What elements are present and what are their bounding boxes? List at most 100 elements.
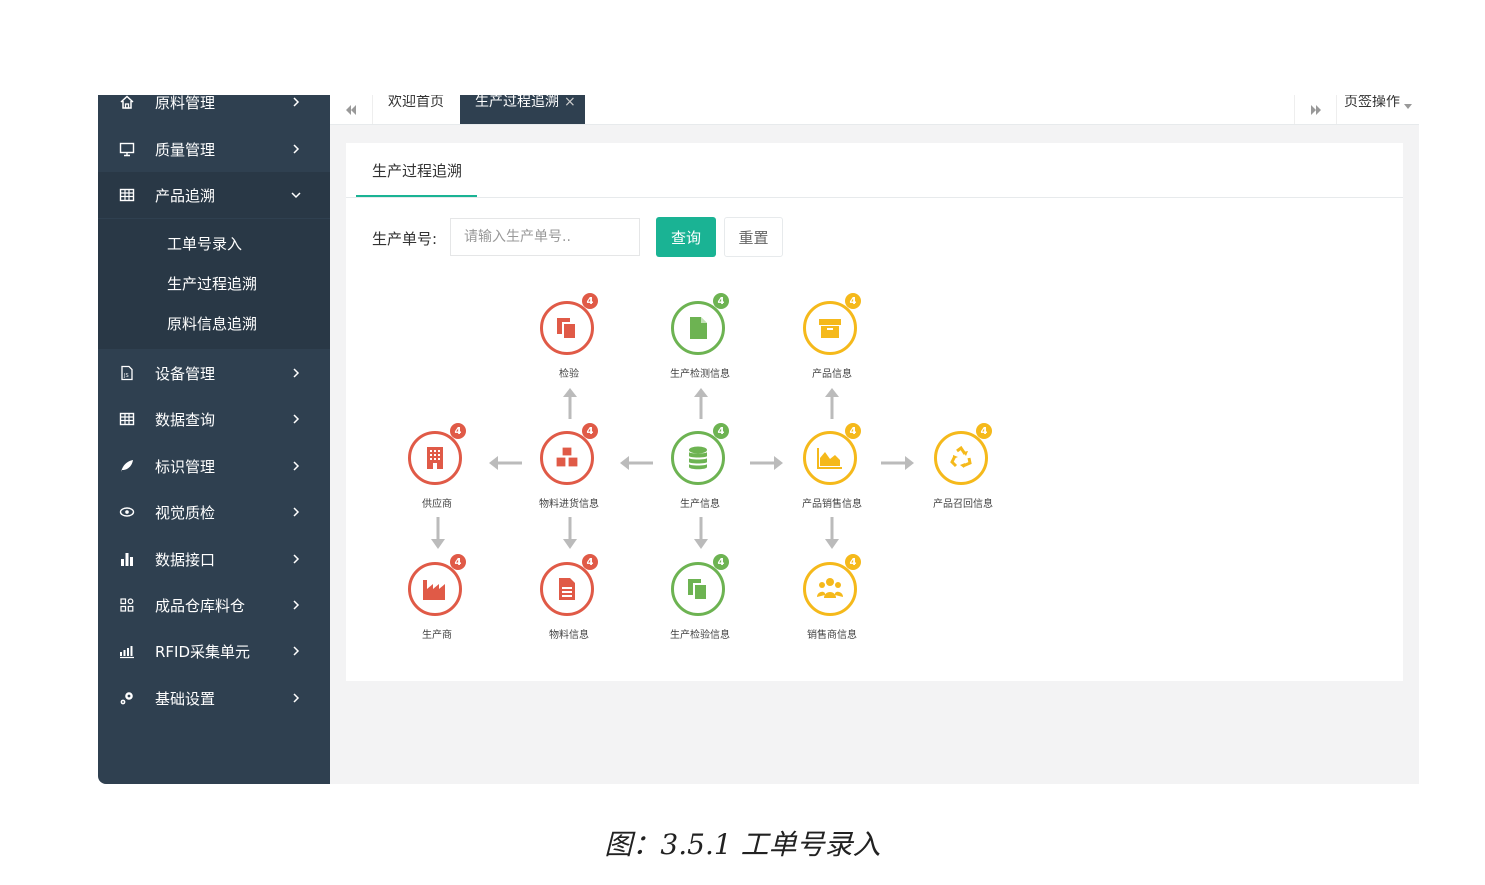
arrow-down-icon <box>694 517 708 549</box>
sidebar-item-label: 原料管理 <box>155 95 216 112</box>
home-icon <box>118 95 136 111</box>
area-chart-icon <box>817 448 842 469</box>
tab-scroll-left-button[interactable] <box>330 95 373 124</box>
chevron-right-icon <box>291 461 301 471</box>
sidebar: 原料管理 质量管理 产品追溯 工单号录入 生产过程追溯 原料信息追溯 JS 设备… <box>98 95 330 784</box>
node-product-recall[interactable]: 4 产品召回信息 <box>928 423 998 521</box>
arrow-left-icon <box>620 456 653 470</box>
tab-label: 生产过程追溯 <box>475 95 559 110</box>
file-icon <box>690 317 707 339</box>
archive-icon <box>819 319 841 338</box>
apps-icon <box>118 596 136 614</box>
sidebar-item-material-management[interactable]: 原料管理 <box>98 95 330 125</box>
chevron-right-icon <box>291 507 301 517</box>
node-icon-wrap <box>547 308 587 348</box>
main-content: 欢迎首页 生产过程追溯 × 页签操作 生产过程追溯 生产单号: 请输入生产单号.… <box>330 95 1419 784</box>
table-icon <box>118 186 136 204</box>
node-production-inspection[interactable]: 4 生产检验信息 <box>665 554 735 652</box>
sidebar-item-visual-inspection[interactable]: 视觉质检 <box>98 489 330 535</box>
chevron-right-icon <box>291 646 301 656</box>
node-ring <box>408 562 462 616</box>
tab-label: 欢迎首页 <box>388 95 444 110</box>
sidebar-item-label: 成品仓库料仓 <box>155 596 246 615</box>
tab-production-process-trace[interactable]: 生产过程追溯 × <box>460 95 585 124</box>
gears-icon <box>118 689 136 707</box>
sidebar-submenu: 工单号录入 生产过程追溯 原料信息追溯 <box>98 219 330 349</box>
copy-icon <box>688 579 708 601</box>
arrow-down-icon <box>825 517 839 549</box>
arrow-right-icon <box>881 456 914 470</box>
sidebar-item-equipment-management[interactable]: JS 设备管理 <box>98 350 330 396</box>
chevron-right-icon <box>291 693 301 703</box>
sidebar-item-data-query[interactable]: 数据查询 <box>98 396 330 442</box>
node-manufacturer[interactable]: 4 生产商 <box>402 554 472 652</box>
tab-welcome-home[interactable]: 欢迎首页 <box>388 95 444 124</box>
close-icon[interactable]: × <box>564 95 576 109</box>
js-file-icon: JS <box>118 364 136 382</box>
node-supplier[interactable]: 4 供应商 <box>402 423 472 521</box>
sidebar-item-label: 数据查询 <box>155 410 216 429</box>
sidebar-item-data-interface[interactable]: 数据接口 <box>98 536 330 582</box>
monitor-icon <box>118 140 136 158</box>
eye-icon <box>118 503 136 521</box>
leaf-icon <box>118 457 136 475</box>
sidebar-item-label: 标识管理 <box>155 457 216 476</box>
node-icon-wrap <box>547 438 587 478</box>
sidebar-item-basic-settings[interactable]: 基础设置 <box>98 675 330 721</box>
copy-icon <box>557 318 577 340</box>
node-icon-wrap <box>547 569 587 609</box>
table-icon <box>118 410 136 428</box>
node-icon-wrap <box>810 569 850 609</box>
node-label: 生产检测信息 <box>670 369 730 380</box>
arrow-down-icon <box>431 517 445 549</box>
sidebar-subitem-material-info-trace[interactable]: 原料信息追溯 <box>167 312 257 336</box>
building-icon <box>427 447 443 469</box>
chevron-right-icon <box>291 97 301 107</box>
node-production-test[interactable]: 4 生产检测信息 <box>665 293 735 391</box>
node-ring <box>803 562 857 616</box>
arrow-right-icon <box>750 456 783 470</box>
node-product-sales[interactable]: 4 产品销售信息 <box>797 423 867 521</box>
node-dealer-info[interactable]: 4 销售商信息 <box>797 554 867 652</box>
sidebar-item-rfid-unit[interactable]: RFID采集单元 <box>98 628 330 674</box>
node-label: 生产信息 <box>680 499 720 510</box>
node-production-info[interactable]: 4 生产信息 <box>665 423 735 521</box>
node-label: 产品召回信息 <box>933 499 993 510</box>
sidebar-subitem-work-order-entry[interactable]: 工单号录入 <box>167 232 242 256</box>
sidebar-item-product-traceability[interactable]: 产品追溯 <box>98 172 330 218</box>
arrow-up-icon <box>563 388 577 419</box>
node-ring <box>540 301 594 355</box>
node-badge: 4 <box>713 293 729 309</box>
node-badge: 4 <box>845 423 861 439</box>
node-badge: 4 <box>713 423 729 439</box>
sidebar-item-label-management[interactable]: 标识管理 <box>98 443 330 489</box>
chevron-right-icon <box>291 554 301 564</box>
chevron-right-icon <box>291 600 301 610</box>
sidebar-item-label: 数据接口 <box>155 550 216 569</box>
node-ring <box>408 431 462 485</box>
node-label: 供应商 <box>422 499 452 510</box>
tab-operations-dropdown[interactable]: 页签操作 <box>1344 95 1412 124</box>
node-inspection[interactable]: 4 检验 <box>534 293 604 391</box>
tab-scroll-right-button[interactable] <box>1294 95 1337 124</box>
document-icon <box>559 578 575 600</box>
node-badge: 4 <box>582 293 598 309</box>
sidebar-item-label: 设备管理 <box>155 364 216 383</box>
recycle-icon <box>950 445 972 468</box>
chevron-right-icon <box>291 368 301 378</box>
sidebar-item-quality-management[interactable]: 质量管理 <box>98 126 330 172</box>
tab-operations-label: 页签操作 <box>1344 95 1400 110</box>
node-badge: 4 <box>582 423 598 439</box>
node-ring <box>671 301 725 355</box>
node-label: 生产检验信息 <box>670 630 730 641</box>
node-material-purchase[interactable]: 4 物料进货信息 <box>534 423 604 521</box>
users-icon <box>817 578 843 598</box>
sidebar-item-finished-warehouse[interactable]: 成品仓库料仓 <box>98 582 330 628</box>
node-label: 物料进货信息 <box>539 499 599 510</box>
node-product-info[interactable]: 4 产品信息 <box>797 293 867 391</box>
sidebar-subitem-production-process-trace[interactable]: 生产过程追溯 <box>167 272 257 296</box>
node-material-info[interactable]: 4 物料信息 <box>534 554 604 652</box>
node-ring <box>540 431 594 485</box>
node-badge: 4 <box>713 554 729 570</box>
sidebar-item-label: 视觉质检 <box>155 503 216 522</box>
